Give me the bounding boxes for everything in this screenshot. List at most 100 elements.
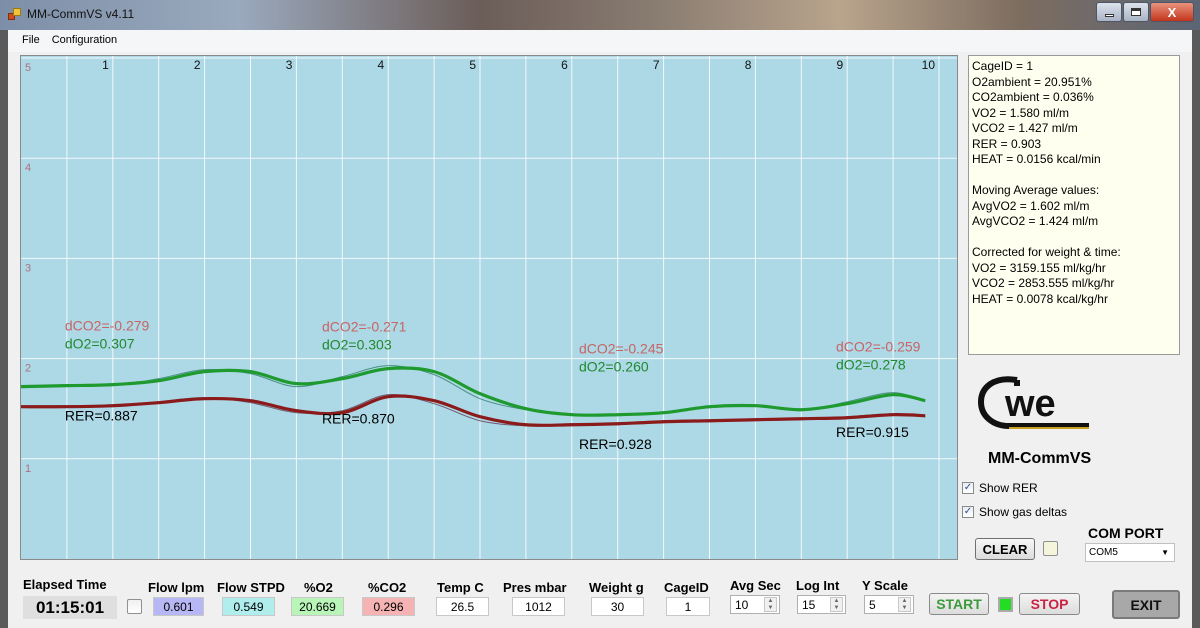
cwe-logo: we [977,376,1089,429]
y-tick-label: 5 [25,62,31,74]
x-tick-label: 10 [922,58,936,72]
chevron-down-icon: ▼ [1161,548,1169,557]
cageid-label: CageID [664,580,709,595]
x-tick-label: 4 [378,58,385,72]
close-button[interactable]: X [1150,2,1194,22]
menu-file[interactable]: File [8,30,47,52]
avg-sec-label: Avg Sec [730,578,781,593]
flow-stpd-value: 0.549 [222,597,275,616]
com-port-value: COM5 [1089,547,1118,558]
avg-sec-spinner[interactable]: 10 ▲ ▼ [730,595,780,614]
info-vco2: VCO2 = 1.427 ml/m [972,121,1078,135]
menu-configuration[interactable]: Configuration [47,30,124,52]
app-icon [8,8,21,21]
dco2-annotation: dCO2=-0.245 [579,341,664,357]
x-tick-label: 8 [745,58,752,72]
pressure-value: 1012 [512,597,565,616]
do2-annotation: dO2=0.307 [65,336,135,352]
rer-annotation: RER=0.928 [579,436,652,452]
menu-bar: File Configuration [8,30,1192,52]
info-avg-vo2: AvgVO2 = 1.602 ml/m [972,198,1090,213]
co2-percent-label: %CO2 [368,580,407,595]
close-icon: X [1167,4,1177,20]
info-avg-vco2: AvgVCO2 = 1.424 ml/m [972,214,1099,228]
flow-lpm-label: Flow lpm [148,580,205,595]
info-o2ambient: O2ambient = 20.951% [972,74,1092,89]
start-button[interactable]: START [929,593,989,615]
exit-button[interactable]: EXIT [1112,590,1180,619]
gas-exchange-chart: 1 2 3 4 5 6 7 8 9 10 5 4 3 2 1 dCO2=-0.279 dO2=0.307 RER=… [20,55,958,560]
rer-annotation: RER=0.870 [322,411,395,427]
running-indicator-led [998,597,1013,612]
cageid-input[interactable]: 1 [666,597,710,616]
info-cageid: CageID = 1 [972,59,1034,73]
weight-input[interactable]: 30 [591,597,644,616]
flow-stpd-label: Flow STPD [217,580,285,595]
info-vo2: VO2 = 1.580 ml/m [972,105,1070,120]
info-corrected-heading: Corrected for weight & time: [972,245,1121,259]
do2-annotation: dO2=0.278 [836,357,906,373]
o2-percent-value: 20.669 [291,597,344,616]
spinner-arrows-icon[interactable]: ▲ ▼ [898,597,911,612]
flow-lpm-value: 0.601 [153,597,204,616]
y-scale-label: Y Scale [862,578,909,593]
minimize-button[interactable] [1096,2,1122,22]
checkbox-check-icon[interactable]: ✓ [962,482,974,494]
x-tick-label: 6 [561,58,568,72]
y-scale-spinner[interactable]: 5 ▲ ▼ [864,595,914,614]
minimize-icon [1104,13,1114,17]
x-tick-label: 2 [194,58,201,72]
pressure-label: Pres mbar [503,580,567,595]
log-int-value: 15 [802,598,816,612]
temp-value: 26.5 [436,597,489,616]
y-tick-label: 1 [25,463,31,475]
info-corrected-heat: HEAT = 0.0078 kcal/kg/hr [972,291,1108,306]
show-gas-deltas-checkbox[interactable]: ✓ Show gas deltas [962,505,1067,519]
info-blank-2 [972,230,1176,246]
log-int-spinner[interactable]: 15 ▲ ▼ [797,595,846,614]
x-tick-label: 9 [837,58,844,72]
o2-percent-label: %O2 [304,580,333,595]
rer-annotation: RER=0.915 [836,424,909,440]
do2-annotation: dO2=0.303 [322,337,392,353]
window-title: MM-CommVS v4.11 [27,7,135,21]
info-blank-1 [972,168,1176,184]
weight-label[interactable]: Weight g [589,580,644,595]
avg-sec-value: 10 [735,598,749,612]
y-scale-value: 5 [869,598,876,612]
checkbox-check-icon[interactable]: ✓ [962,506,974,518]
spinner-arrows-icon[interactable]: ▲ ▼ [764,597,777,612]
elapsed-checkbox[interactable] [127,599,142,614]
stop-button[interactable]: STOP [1019,593,1080,615]
info-panel: CageID = 1 O2ambient = 20.951% CO2ambien… [968,55,1180,355]
info-rer: RER = 0.903 [972,136,1042,151]
dco2-annotation: dCO2=-0.279 [65,318,150,334]
logo-text: we [1004,383,1056,425]
y-tick-label: 4 [25,162,31,174]
com-port-select[interactable]: COM5 ▼ [1085,543,1175,562]
x-tick-label: 1 [102,58,109,72]
temp-label: Temp C [437,580,484,595]
y-tick-label: 3 [25,262,31,274]
spinner-arrows-icon[interactable]: ▲ ▼ [830,597,843,612]
info-corrected-vco2: VCO2 = 2853.555 ml/kg/hr [972,276,1115,290]
title-bar: MM-CommVS v4.11 X [0,0,1200,30]
log-int-label: Log Int [796,578,840,593]
maximize-button[interactable] [1123,2,1149,22]
dco2-annotation: dCO2=-0.271 [322,319,407,335]
maximize-icon [1131,8,1141,16]
x-tick-label: 5 [469,58,476,72]
x-tick-label: 3 [286,58,293,72]
rer-annotation: RER=0.887 [65,408,138,424]
elapsed-time-value: 01:15:01 [23,596,117,619]
clear-button[interactable]: CLEAR [975,538,1035,560]
elapsed-time-label: Elapsed Time [23,577,107,592]
y-tick-label: 2 [25,363,31,375]
com-port-label: COM PORT [1088,525,1164,541]
co2-percent-value: 0.296 [362,597,415,616]
show-gas-deltas-label: Show gas deltas [979,505,1068,519]
info-co2ambient: CO2ambient = 0.036% [972,90,1094,104]
clear-checkbox[interactable] [1043,541,1058,556]
series-line-vo2-avg [21,366,926,417]
show-rer-checkbox[interactable]: ✓ Show RER [962,481,1038,495]
